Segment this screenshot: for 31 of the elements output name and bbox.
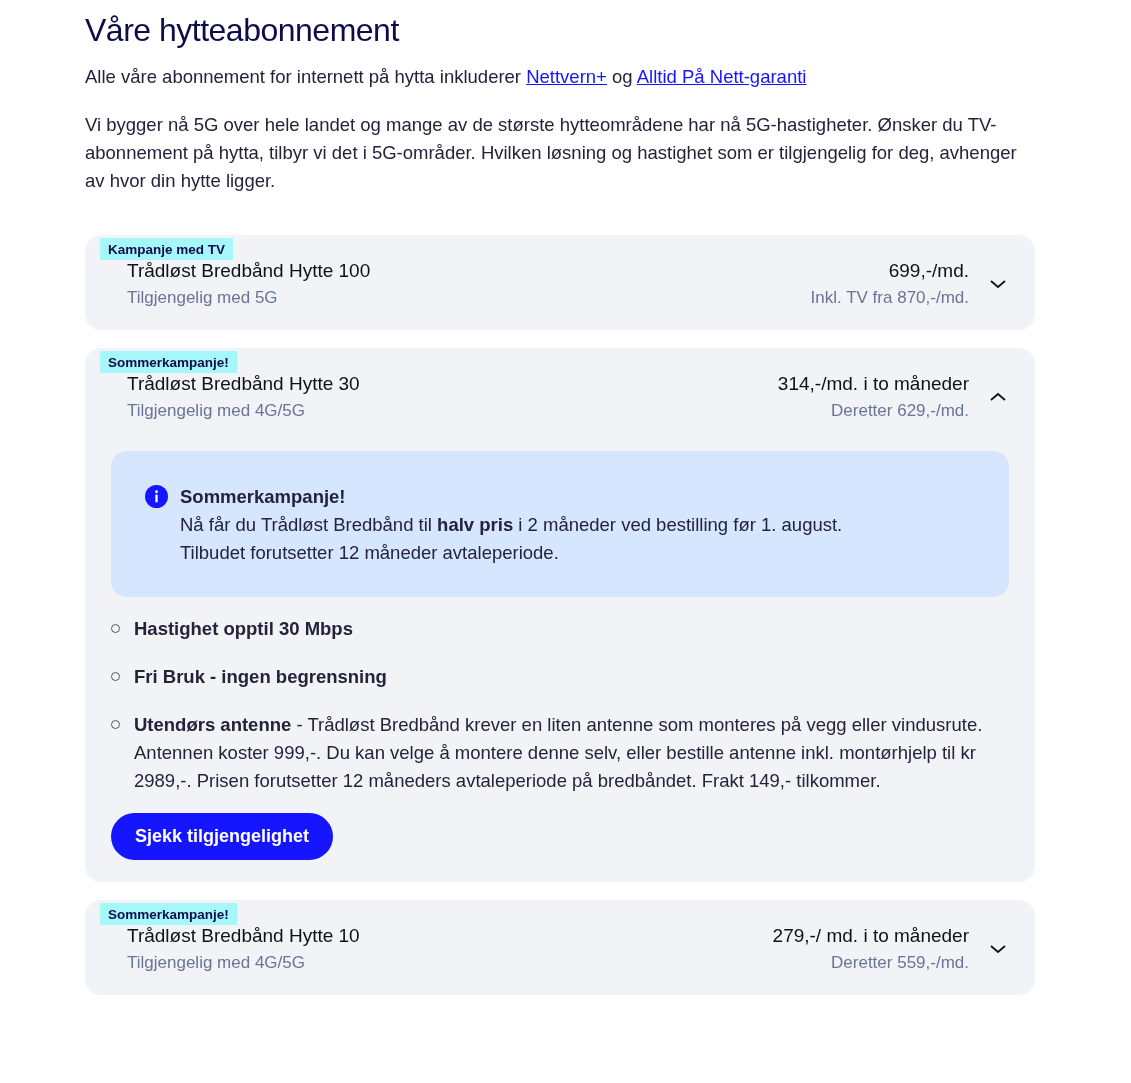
plan-name: Trådløst Bredbånd Hytte 30 — [127, 373, 360, 395]
notice-note: Tilbudet forutsetter 12 måneder avtaleperiode. — [180, 541, 559, 565]
plan-price: 314,-/md. i to måneder — [777, 373, 969, 395]
notice-title: Sommerkampanje! — [180, 485, 346, 509]
campaign-badge: Sommerkampanje! — [100, 351, 237, 373]
intro-text: Alle våre abonnement for internett på hytta inkluderer Nettvern+ og Alltid På Nett-garanti — [85, 65, 808, 89]
price-note: Deretter 629,-/md. — [831, 401, 969, 421]
availability-text: Tilgjengelig med 5G — [127, 288, 278, 308]
availability-text: Tilgjengelig med 4G/5G — [127, 401, 305, 421]
check-availability-button[interactable]: Sjekk tilgjengelighet — [111, 813, 334, 860]
page-heading: Våre hytteabonnement — [85, 12, 399, 49]
notice-text: Nå får du Trådløst Bredbånd til halv pris i 2 måneder ved bestilling før 1. august. — [180, 513, 843, 537]
feature-text: Hastighet opptil 30 Mbps — [134, 617, 353, 641]
plan-price: 699,-/md. — [888, 260, 969, 282]
availability-text: Tilgjengelig med 4G/5G — [127, 953, 305, 973]
price-note: Inkl. TV fra 870,-/md. — [810, 288, 969, 308]
campaign-badge: Kampanje med TV — [100, 238, 234, 260]
feature-text: Fri Bruk - ingen begrensning — [134, 665, 387, 689]
plan-price: 279,-/ md. i to måneder — [772, 925, 969, 947]
info-icon — [145, 485, 168, 508]
campaign-badge: Sommerkampanje! — [100, 903, 237, 925]
chevron-down-icon[interactable] — [989, 278, 1007, 290]
plan-name: Trådløst Bredbånd Hytte 100 — [127, 260, 371, 282]
chevron-up-icon[interactable] — [989, 391, 1007, 403]
price-note: Deretter 559,-/md. — [831, 953, 969, 973]
feature-text: Utendørs antenne - Trådløst Bredbånd krever en liten antenne som monteres på vegg eller vindusrute. Antennen koster 999,-. Du kan velge å montere denne selv, eller bestille antenne inkl. montørhjelp til kr 2989,-. Prisen forutsetter 12 måneders avtaleperiode på bredbåndet. Frakt 149,- tilkommer. — [134, 713, 984, 793]
description-text: Vi bygger nå 5G over hele landet og mange av de største hytteområdene har nå 5G-hastigheter. Ønsker du TV-abonnement på hytta, tilbyr vi det i 5G-områder. Hvilken løsning og hastighet som er tilgjengelig for deg, avhenger av hvor din hytte ligger. — [85, 113, 1018, 193]
chevron-down-icon[interactable] — [989, 943, 1007, 955]
inline-link[interactable]: Nettvern+ — [526, 66, 607, 87]
plan-name: Trådløst Bredbånd Hytte 10 — [127, 925, 360, 947]
inline-link[interactable]: Alltid På Nett-garanti — [636, 66, 807, 87]
